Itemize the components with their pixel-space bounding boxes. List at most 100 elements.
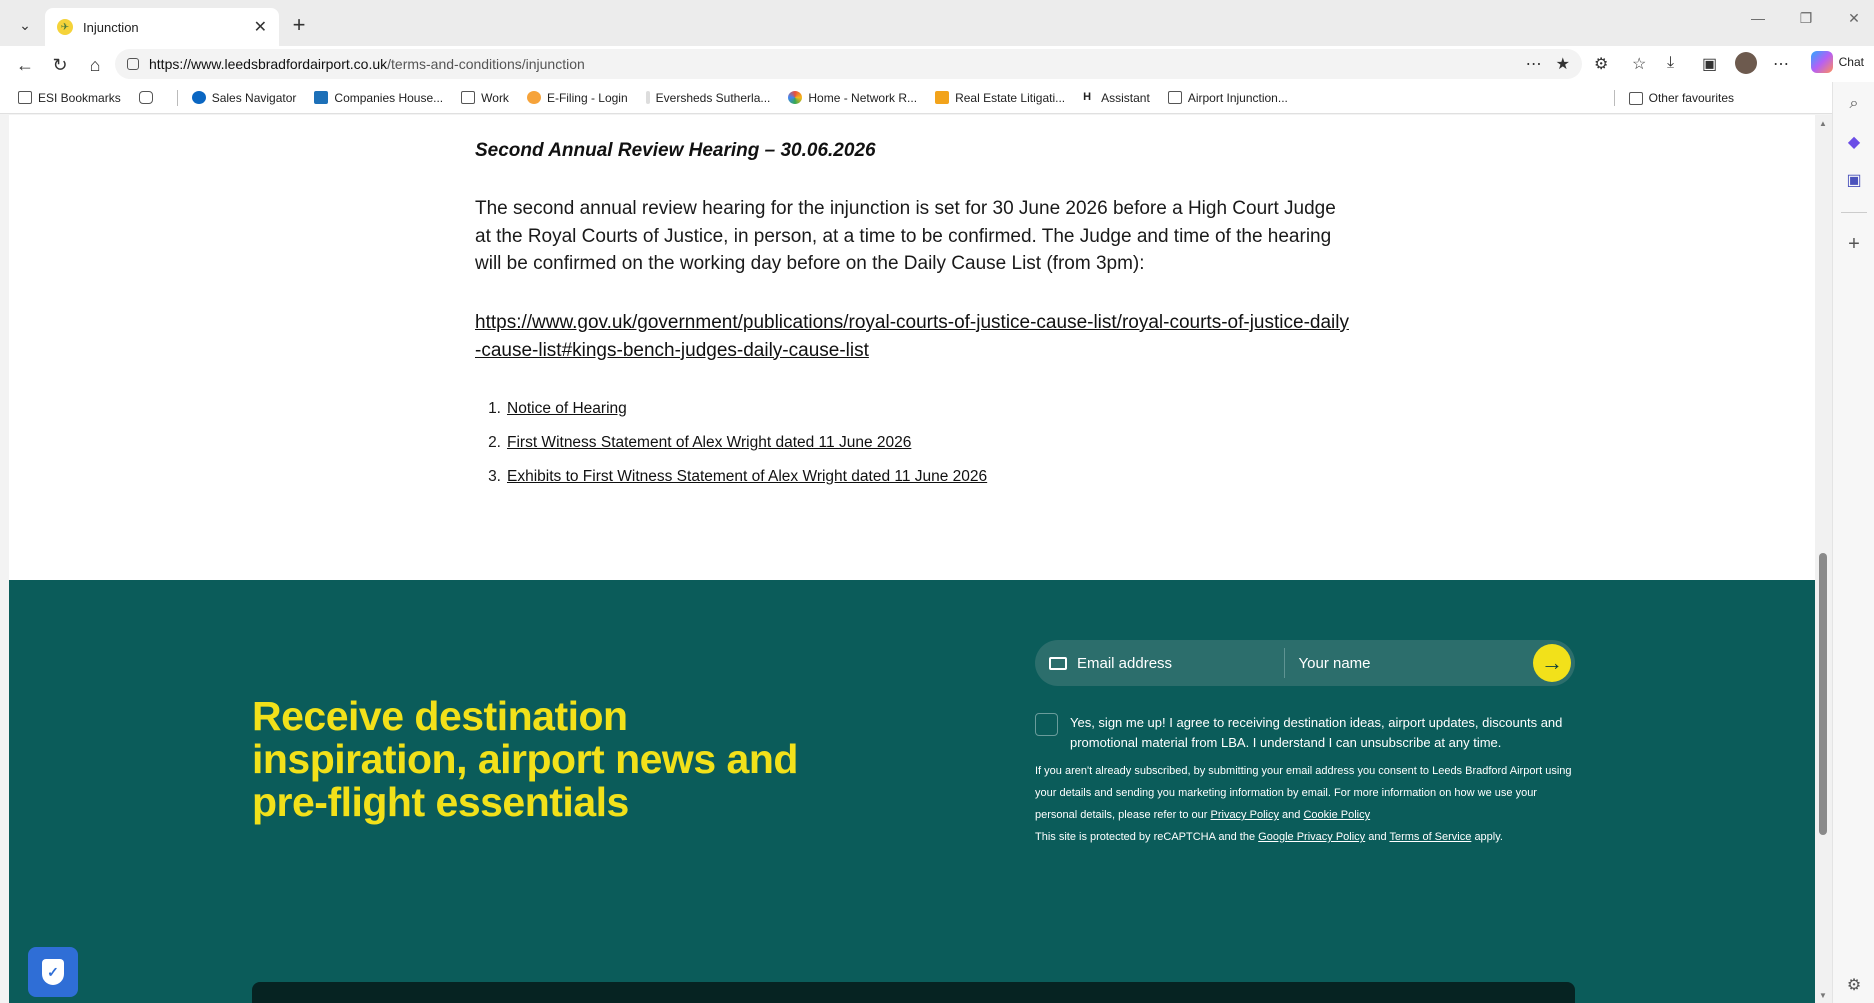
envelope-icon [1049, 656, 1067, 670]
terms-of-service-link[interactable]: Terms of Service [1389, 831, 1471, 843]
page-icon [645, 91, 650, 104]
bookmark-folder-icon [18, 91, 32, 104]
bookmarks-bar: ESI Bookmarks Sales Navigator Companies … [0, 82, 1874, 114]
name-field[interactable]: Your name [1285, 640, 1534, 686]
network-icon [788, 91, 803, 104]
navigation-bar: ← ↻ ⌂ https://www.leedsbradfordairport.c… [0, 46, 1874, 82]
chat-label: Chat [1838, 55, 1864, 69]
other-favourites[interactable]: Other favourites [1613, 90, 1734, 106]
refresh-icon[interactable]: ↻ [47, 52, 73, 78]
exhibits-link[interactable]: Exhibits to First Witness Statement of A… [507, 468, 987, 486]
list-item: 2. First Witness Statement of Alex Wright… [488, 434, 912, 452]
consent-row: Yes, sign me up! I agree to receiving de… [1035, 713, 1580, 752]
extensions-icon[interactable]: ⚙ [1594, 54, 1608, 74]
email-placeholder: Email address [1077, 654, 1173, 672]
bookmark-real-estate[interactable]: Real Estate Litigati... [935, 91, 1065, 105]
tab-title: Injunction [83, 19, 139, 35]
favorites-icon[interactable]: ☆ [1632, 54, 1646, 74]
bookmark-device[interactable] [138, 91, 159, 104]
address-bar[interactable]: https://www.leedsbradfordairport.co.uk/t… [115, 49, 1582, 79]
bookmark-eversheds[interactable]: Eversheds Sutherla... [645, 91, 770, 105]
site-info-icon[interactable] [127, 58, 139, 70]
sidebar-divider [1841, 212, 1867, 213]
bookmark-airport-injunction[interactable]: Airport Injunction... [1167, 91, 1288, 105]
add-sidebar-app-icon[interactable]: + [1844, 233, 1864, 255]
other-favourites-label: Other favourites [1648, 91, 1734, 105]
shield-check-icon: ✓ [42, 959, 64, 985]
close-window-icon[interactable]: ✕ [1844, 10, 1864, 27]
subscription-info: If you aren't already subscribed, by sub… [1035, 765, 1572, 821]
page-scrollbar[interactable]: ▲ ▼ [1815, 115, 1832, 1003]
consent-checkbox[interactable] [1035, 713, 1058, 736]
downloads-icon[interactable]: ⤓ [1667, 54, 1674, 72]
h-icon: H [1083, 91, 1092, 103]
scroll-down-icon[interactable]: ▼ [1819, 991, 1827, 1000]
email-field[interactable]: Email address [1035, 640, 1284, 686]
list-item: 1. Notice of Hearing [488, 400, 627, 418]
home-icon[interactable]: ⌂ [82, 52, 108, 78]
footer-dark-panel [252, 982, 1575, 1003]
copilot-chat-button[interactable]: Chat [1810, 51, 1864, 73]
bookmark-sales-navigator[interactable]: Sales Navigator [191, 91, 296, 105]
lba-favicon-icon: ✈ [57, 19, 73, 35]
folder-icon [1167, 91, 1182, 104]
hearing-paragraph: The second annual review hearing for the… [475, 198, 1336, 274]
folder-icon [461, 91, 476, 104]
consent-text: Yes, sign me up! I agree to receiving de… [1070, 715, 1563, 750]
tab-injunction[interactable]: ✈ Injunction ✕ [45, 8, 279, 46]
minimize-icon[interactable]: — [1748, 10, 1768, 27]
edge-sidebar: ⌕ ◆ ▣ + ⚙ [1832, 82, 1874, 1003]
notice-of-hearing-link[interactable]: Notice of Hearing [507, 400, 627, 418]
folder-icon [1628, 91, 1643, 105]
teams-icon[interactable]: ▣ [1844, 170, 1864, 190]
device-icon [138, 91, 153, 104]
bookmark-companies-house[interactable]: Companies House... [314, 91, 443, 105]
crown-icon [314, 91, 329, 104]
scroll-up-icon[interactable]: ▲ [1819, 119, 1827, 128]
search-icon[interactable]: ⌕ [1844, 94, 1864, 114]
daily-cause-list-link[interactable]: https://www.gov.uk/government/publicatio… [475, 309, 1355, 364]
hearing-title: Second Annual Review Hearing – 30.06.202… [475, 140, 876, 161]
name-placeholder: Your name [1298, 654, 1371, 672]
favorite-star-icon[interactable]: ★ [1556, 54, 1570, 74]
arrow-right-icon: → [1541, 650, 1563, 675]
close-tab-icon[interactable]: ✕ [254, 17, 267, 37]
copilot-icon [1810, 51, 1833, 73]
back-icon[interactable]: ← [12, 52, 38, 78]
tab-strip: ⌄ ✈ Injunction ✕ + — ❐ ✕ [0, 0, 1874, 46]
cookie-policy-link[interactable]: Cookie Policy [1303, 809, 1370, 821]
grid-icon [935, 91, 950, 104]
window-controls: — ❐ ✕ [1748, 10, 1864, 27]
reading-options-icon[interactable]: ⋯ [1526, 54, 1542, 74]
more-menu-icon[interactable]: ⋯ [1773, 54, 1789, 74]
compass-icon [191, 91, 206, 104]
profile-avatar[interactable] [1735, 52, 1757, 74]
copilot-sidebar-icon[interactable]: ◆ [1844, 132, 1864, 152]
cookie-consent-button[interactable]: ✓ [28, 947, 78, 997]
efiling-icon [526, 91, 541, 104]
witness-statement-link[interactable]: First Witness Statement of Alex Wright d… [507, 434, 911, 452]
submit-arrow-button[interactable]: → [1533, 644, 1571, 682]
scroll-thumb[interactable] [1819, 553, 1827, 835]
bookmark-esi[interactable]: ESI Bookmarks [18, 91, 121, 105]
bookmark-network[interactable]: Home - Network R... [788, 91, 917, 105]
bookmark-work[interactable]: Work [461, 91, 509, 105]
bookmark-separator [1613, 90, 1615, 106]
settings-gear-icon[interactable]: ⚙ [1844, 975, 1864, 995]
newsletter-heading: Receive destination inspiration, airport… [252, 693, 798, 825]
newsletter-form: Email address Your name → [1035, 640, 1575, 686]
list-item: 3. Exhibits to First Witness Statement of… [488, 468, 988, 486]
collections-icon[interactable]: ▣ [1702, 54, 1717, 74]
new-tab-icon[interactable]: + [286, 12, 312, 38]
bookmark-assistant[interactable]: H Assistant [1083, 91, 1150, 105]
bookmark-separator [176, 89, 178, 106]
privacy-policy-link[interactable]: Privacy Policy [1211, 809, 1279, 821]
google-privacy-link[interactable]: Google Privacy Policy [1258, 831, 1365, 843]
restore-icon[interactable]: ❐ [1796, 10, 1816, 27]
document-list: 1. Notice of Hearing 2. First Witness Stat… [475, 392, 1275, 494]
tab-actions-chevron-icon[interactable]: ⌄ [12, 12, 38, 38]
bookmark-efiling[interactable]: E-Filing - Login [526, 91, 628, 105]
url-text[interactable]: https://www.leedsbradfordairport.co.uk/t… [149, 56, 1526, 72]
recaptcha-info: This site is protected by reCAPTCHA and … [1035, 831, 1503, 843]
page-viewport: Second Annual Review Hearing – 30.06.202… [9, 115, 1824, 1003]
